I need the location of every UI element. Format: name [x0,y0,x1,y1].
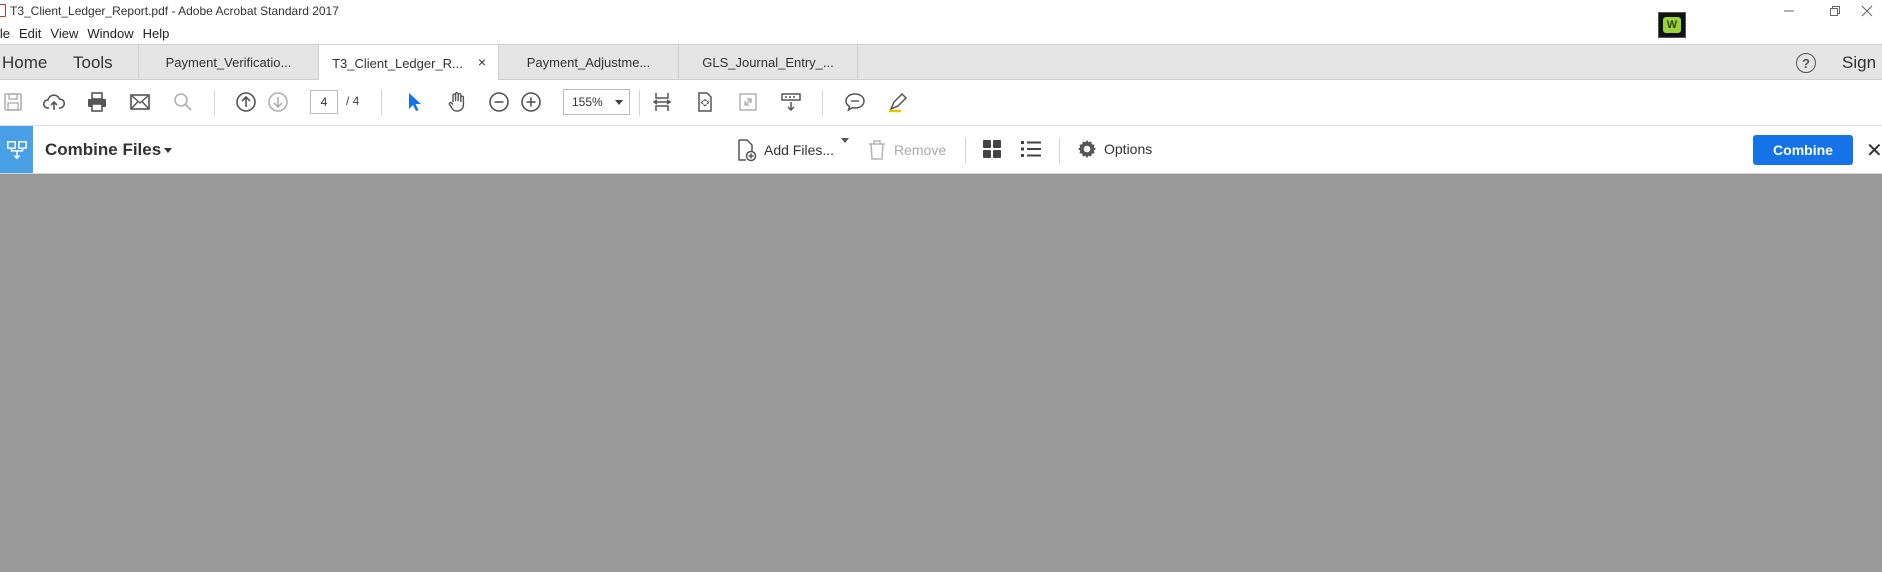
scroll-mode-icon[interactable] [778,89,804,115]
remove-label: Remove [894,142,947,158]
search-icon[interactable] [170,89,196,115]
sign-in-link[interactable]: Sign [1842,53,1876,73]
menu-file[interactable]: ile [0,26,19,41]
chevron-down-icon [841,138,849,143]
options-button[interactable]: Options [1076,138,1152,160]
menu-edit[interactable]: Edit [19,26,50,41]
minimize-button[interactable] [1766,0,1812,22]
help-icon[interactable]: ? [1796,53,1816,73]
window-title: T3_Client_Ledger_Report.pdf - Adobe Acro… [10,4,339,18]
zoom-in-icon[interactable] [518,89,544,115]
add-file-icon [738,139,757,162]
combine-files-toolbar: Combine Files Add Files... Remove Option… [0,126,1882,174]
combine-files-tool-icon[interactable] [0,126,33,173]
fit-width-icon[interactable] [649,89,675,115]
email-icon[interactable] [127,89,153,115]
page-total: / 4 [346,94,360,108]
grid-view-icon [983,140,1001,158]
list-view-icon [1021,141,1041,157]
add-files-label: Add Files... [764,142,835,158]
menu-window[interactable]: Window [87,26,142,41]
options-label: Options [1104,141,1153,157]
document-tab-label: Payment_Verificatio... [165,55,292,70]
taskbar-app-icon[interactable]: W [1658,12,1686,38]
title-bar: T3_Client_Ledger_Report.pdf - Adobe Acro… [0,0,1882,38]
toolbar-divider [381,90,382,116]
list-view-button[interactable] [1019,138,1049,160]
chevron-down-icon [164,148,173,154]
chevron-down-icon [615,100,623,105]
toolbar-divider [1059,138,1060,164]
add-files-button[interactable]: Add Files... [734,138,834,162]
document-tab[interactable]: Payment_Adjustme... [498,45,678,80]
close-tool-icon[interactable]: ✕ [1866,138,1882,163]
combine-files-menu[interactable]: Combine Files [45,140,173,160]
close-icon [1861,5,1873,17]
page-down-icon[interactable] [265,89,291,115]
hand-icon[interactable] [444,89,470,115]
save-icon[interactable] [0,89,26,115]
comment-icon[interactable] [842,89,868,115]
fit-page-icon[interactable] [692,89,718,115]
page-up-icon[interactable] [233,89,259,115]
restore-icon [1830,6,1840,16]
pdf-file-icon [0,4,6,17]
tab-bar: Home Tools Payment_Verificatio... T3_Cli… [0,44,1882,81]
menu-bar: ile Edit View Window Help [0,22,178,44]
home-tab[interactable]: Home [2,53,47,73]
document-tab-label: Payment_Adjustme... [526,55,651,70]
tab-close-icon[interactable]: × [478,54,486,70]
toolbar-divider [822,90,823,116]
app-badge-letter: W [1663,17,1681,33]
trash-icon [869,140,885,160]
main-toolbar: 4 / 4 155% [0,80,1882,126]
gear-icon [1077,139,1097,159]
document-tab-label: T3_Client_Ledger_R... [332,55,463,71]
highlight-pen-icon[interactable] [885,89,911,115]
document-view-area[interactable] [0,174,1882,572]
thumbnail-view-button[interactable] [981,138,1009,160]
zoom-level-select[interactable]: 155% [563,89,630,115]
combine-icon [6,140,27,159]
menu-help[interactable]: Help [143,26,179,41]
print-icon[interactable] [84,89,110,115]
add-files-dropdown[interactable] [838,138,849,143]
document-tab-label: GLS_Journal_Entry_... [702,55,834,70]
combine-button[interactable]: Combine [1753,135,1853,165]
window-close-button[interactable] [1852,0,1882,22]
combine-files-title: Combine Files [45,140,162,159]
document-tab[interactable]: Payment_Verificatio... [138,45,318,80]
toolbar-divider [214,90,215,116]
upload-icon[interactable] [41,89,67,115]
document-tab-active[interactable]: T3_Client_Ledger_R... × [318,45,498,81]
zoom-out-icon[interactable] [486,89,512,115]
full-screen-icon[interactable] [735,89,761,115]
remove-button[interactable]: Remove [866,138,946,162]
page-number-input[interactable]: 4 [310,90,338,114]
toolbar-divider [965,138,966,164]
toolbar-divider [639,90,640,116]
document-tab[interactable]: GLS_Journal_Entry_... [678,45,858,80]
select-arrow-icon[interactable] [401,89,427,115]
minimize-icon [1784,10,1794,12]
menu-view[interactable]: View [50,26,87,41]
tools-tab[interactable]: Tools [73,53,113,73]
zoom-value: 155% [572,95,603,109]
